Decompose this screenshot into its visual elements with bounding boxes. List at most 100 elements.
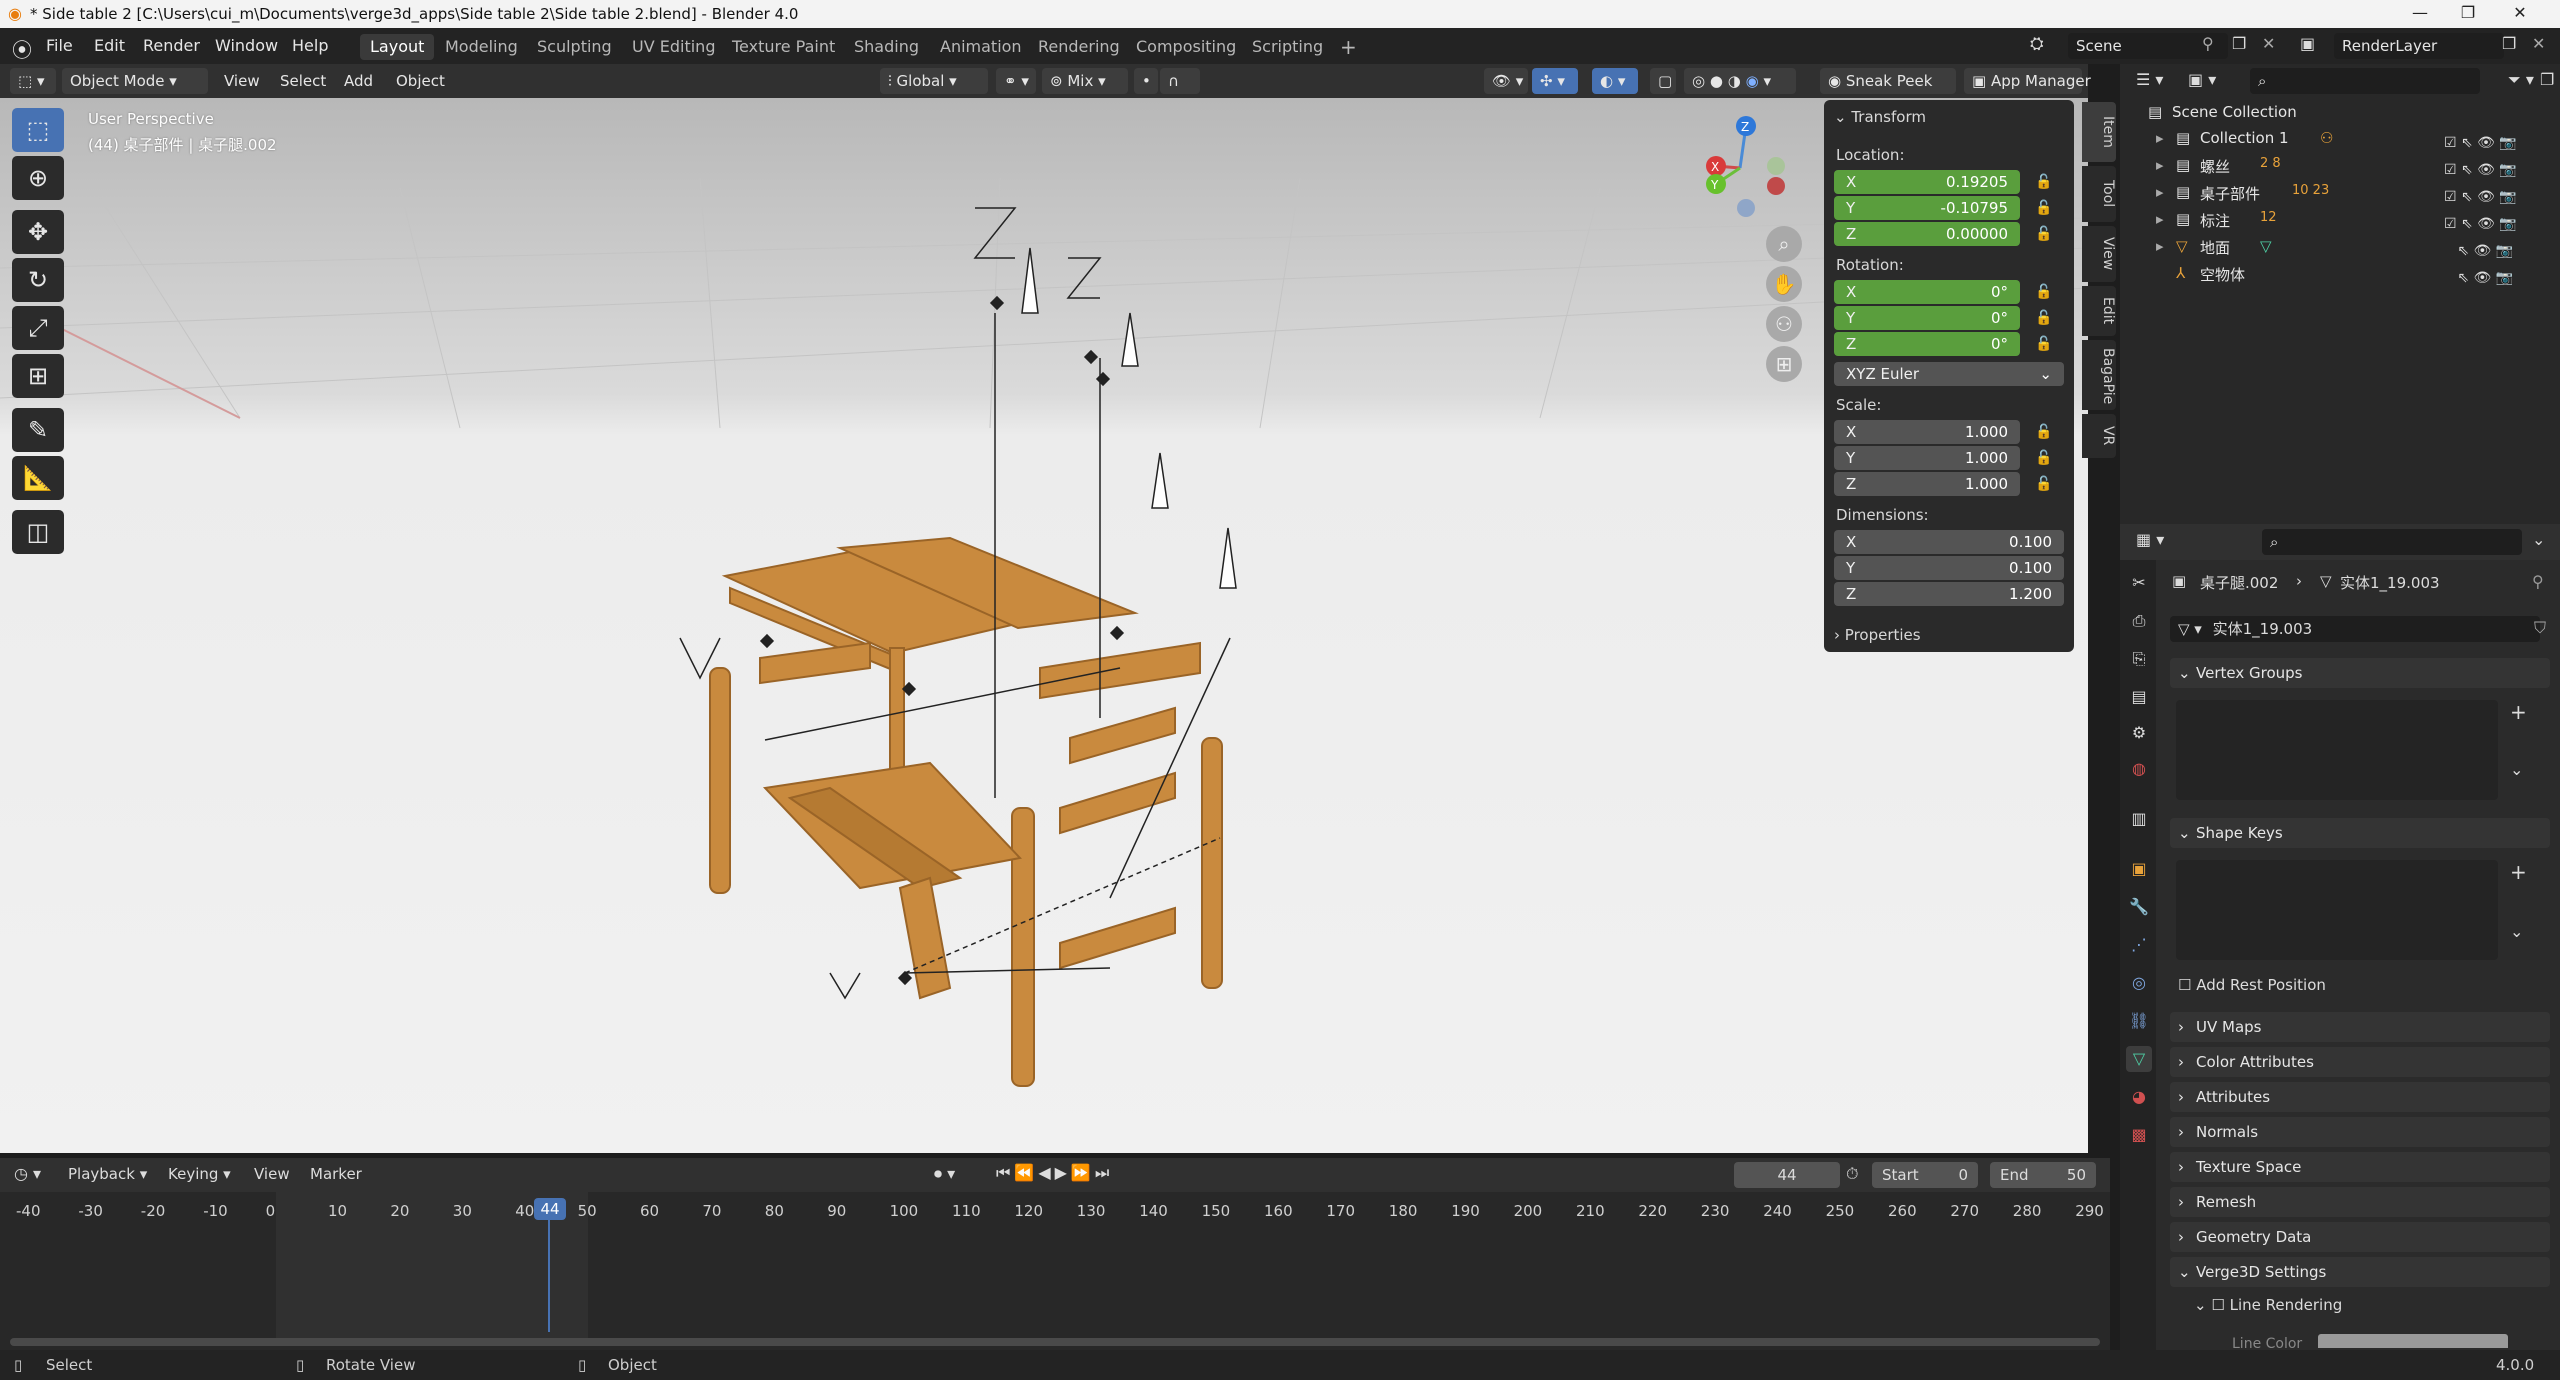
new-view-layer-icon[interactable]: ❐ — [2502, 34, 2516, 53]
expand-arrow-icon[interactable]: ▸ — [2156, 210, 2164, 228]
texture-space-section[interactable]: › Texture Space — [2170, 1152, 2550, 1182]
cursor-tool[interactable]: ⊕ — [12, 156, 64, 200]
properties-panel-header[interactable]: › Properties — [1824, 620, 2074, 652]
expand-arrow-icon[interactable]: ▸ — [2156, 129, 2164, 147]
menu-render[interactable]: Render — [143, 36, 200, 55]
shape-keys-list[interactable] — [2176, 860, 2498, 960]
restriction-toggles[interactable]: ☑ ⇖ 👁 📷 ☑ ⇖ 👁 📷 ☑ ⇖ 👁 📷 ☑ ⇖ 👁 📷 ⇖ 👁 📷 ⇖ 👁 📷 — [2444, 130, 2554, 292]
blender-menu-icon[interactable]: ⦿ — [12, 34, 32, 63]
tab-animation[interactable]: Animation — [930, 34, 1032, 60]
lock-icon[interactable]: 🔓 — [2032, 476, 2056, 496]
tab-sculpting[interactable]: Sculpting — [527, 34, 622, 60]
mesh-data-selector[interactable]: ▽ ▾ 实体1_19.003 — [2170, 616, 2540, 642]
tab-view[interactable]: View — [2082, 226, 2116, 282]
gizmo-toggle-icon[interactable]: ✣ ▾ — [1532, 68, 1578, 94]
tab-layout[interactable]: Layout — [360, 34, 435, 60]
menu-add[interactable]: Add — [336, 68, 381, 94]
xray-icon[interactable]: ▢ — [1650, 68, 1676, 94]
location-z-field[interactable]: Z 0.00000 — [1834, 222, 2020, 246]
outliner-search-input[interactable]: ⌕ — [2250, 68, 2480, 94]
stopwatch-icon[interactable]: ⏱ — [1846, 1164, 1858, 1184]
tab-tool[interactable]: Tool — [2082, 166, 2116, 222]
view-layer-tab-icon[interactable]: ▤ — [2126, 684, 2152, 710]
shape-keys-section[interactable]: ⌄ Shape Keys — [2170, 818, 2550, 848]
output-tab-icon[interactable]: ⎘ — [2126, 646, 2152, 672]
line-rendering-toggle[interactable]: ⌄ ☐ Line Rendering — [2194, 1296, 2342, 1314]
move-tool[interactable]: ✥ — [12, 210, 64, 254]
delete-view-layer-icon[interactable]: ✕ — [2532, 34, 2545, 53]
lock-icon[interactable]: 🔓 — [2032, 310, 2056, 330]
scale-z-field[interactable]: Z 1.000 — [1834, 472, 2020, 496]
expand-arrow-icon[interactable]: ▸ — [2156, 183, 2164, 201]
tab-compositing[interactable]: Compositing — [1126, 34, 1246, 60]
new-scene-icon[interactable]: ❐ — [2232, 34, 2246, 53]
lock-icon[interactable]: 🔓 — [2032, 450, 2056, 470]
scale-tool[interactable]: ⤢ — [12, 306, 64, 350]
outliner-editor-icon[interactable]: ☰ ▾ — [2136, 70, 2163, 89]
verge3d-settings-section[interactable]: ⌄ Verge3D Settings — [2170, 1257, 2550, 1287]
menu-help[interactable]: Help — [292, 36, 328, 55]
scene-collection-row[interactable]: ▤ Scene Collection — [2120, 100, 2560, 126]
lock-icon[interactable]: 🔓 — [2032, 284, 2056, 304]
scale-x-field[interactable]: X 1.000 — [1834, 420, 2020, 444]
properties-search-input[interactable]: ⌕ — [2262, 529, 2522, 555]
current-frame-field[interactable]: 44 — [1734, 1162, 1840, 1188]
properties-editor-icon[interactable]: ▦ ▾ — [2136, 530, 2164, 549]
add-vertex-group-icon[interactable]: + — [2510, 700, 2527, 724]
proportional-icon[interactable]: • — [1134, 68, 1158, 94]
ortho-grid-icon[interactable]: ⊞ — [1766, 346, 1802, 382]
tab-rendering[interactable]: Rendering — [1028, 34, 1130, 60]
dimensions-x-field[interactable]: X 0.100 — [1834, 530, 2064, 554]
timeline-scrollbar[interactable] — [10, 1338, 2100, 1346]
attributes-section[interactable]: › Attributes — [2170, 1082, 2550, 1112]
shading-modes[interactable]: ◎ ● ◑ ◉ ▾ — [1684, 68, 1796, 94]
transform-orientation[interactable]: ⫶ Global ▾ — [880, 68, 988, 94]
transform-header[interactable]: ⌄ Transform — [1834, 108, 1926, 126]
tab-item[interactable]: Item — [2082, 102, 2116, 162]
end-frame-field[interactable]: End 50 — [1990, 1162, 2096, 1188]
mesh-data-tab-icon[interactable]: ▽ — [2126, 1046, 2152, 1072]
transform-tool[interactable]: ⊞ — [12, 354, 64, 398]
annotate-tool[interactable]: ✎ — [12, 408, 64, 452]
add-rest-position-checkbox[interactable]: ☐ Add Rest Position — [2178, 976, 2326, 994]
rotation-y-field[interactable]: Y 0° — [1834, 306, 2020, 330]
tab-edit[interactable]: Edit — [2082, 286, 2116, 336]
visibility-icon[interactable]: 👁 ▾ — [1484, 68, 1528, 94]
camera-view-icon[interactable]: ⚇ — [1766, 306, 1802, 342]
delete-scene-icon[interactable]: ✕ — [2262, 34, 2275, 53]
location-x-field[interactable]: X 0.19205 — [1834, 170, 2020, 194]
pin-icon[interactable]: ⚲ — [2532, 572, 2544, 591]
filter-icon[interactable]: ⏷ ▾ — [2508, 70, 2534, 90]
render-layer-icon[interactable]: ▣ — [2300, 34, 2315, 53]
timeline-view-menu[interactable]: View — [254, 1165, 290, 1183]
menu-view[interactable]: View — [216, 68, 268, 94]
lock-icon[interactable]: 🔓 — [2032, 424, 2056, 444]
snap-selector[interactable]: ⊚ Mix ▾ — [1042, 68, 1128, 94]
tab-scripting[interactable]: Scripting — [1242, 34, 1333, 60]
menu-object[interactable]: Object — [388, 68, 453, 94]
overlay-toggle-icon[interactable]: ◐ ▾ — [1592, 68, 1638, 94]
line-color-swatch[interactable] — [2318, 1334, 2508, 1348]
start-frame-field[interactable]: Start 0 — [1872, 1162, 1978, 1188]
select-box-tool[interactable]: ⬚ — [12, 108, 64, 152]
new-collection-icon[interactable]: ❐ — [2540, 70, 2554, 89]
dimensions-y-field[interactable]: Y 0.100 — [1834, 556, 2064, 580]
rotation-x-field[interactable]: X 0° — [1834, 280, 2020, 304]
shape-key-menu-icon[interactable]: ⌄ — [2510, 922, 2523, 941]
3d-viewport[interactable]: User Perspective (44) 桌子部件 | 桌子腿.002 ⬚ ⊕… — [0, 98, 2088, 1153]
geometry-data-section[interactable]: › Geometry Data — [2170, 1222, 2550, 1252]
render-tab-icon[interactable]: ⎙ — [2126, 608, 2152, 634]
material-tab-icon[interactable]: ◕ — [2126, 1084, 2152, 1110]
world-tab-icon[interactable]: ◍ — [2126, 756, 2152, 782]
particles-tab-icon[interactable]: ⋰ — [2126, 932, 2152, 958]
record-icon[interactable]: ⏺ ▾ — [934, 1164, 955, 1184]
rotation-mode-select[interactable]: XYZ Euler ⌄ — [1834, 362, 2064, 386]
tab-bagapie[interactable]: BagaPie — [2082, 340, 2116, 410]
texture-tab-icon[interactable]: ▩ — [2126, 1122, 2152, 1148]
playhead-frame-badge[interactable]: 44 — [534, 1198, 566, 1220]
pin-scene-icon[interactable]: ⚲ — [2202, 34, 2214, 53]
falloff-icon[interactable]: ∩ — [1160, 68, 1200, 94]
editor-type-icon[interactable]: ⬚ ▾ — [10, 68, 56, 94]
lock-icon[interactable]: 🔓 — [2032, 174, 2056, 194]
keying-menu[interactable]: Keying ▾ — [168, 1165, 231, 1183]
